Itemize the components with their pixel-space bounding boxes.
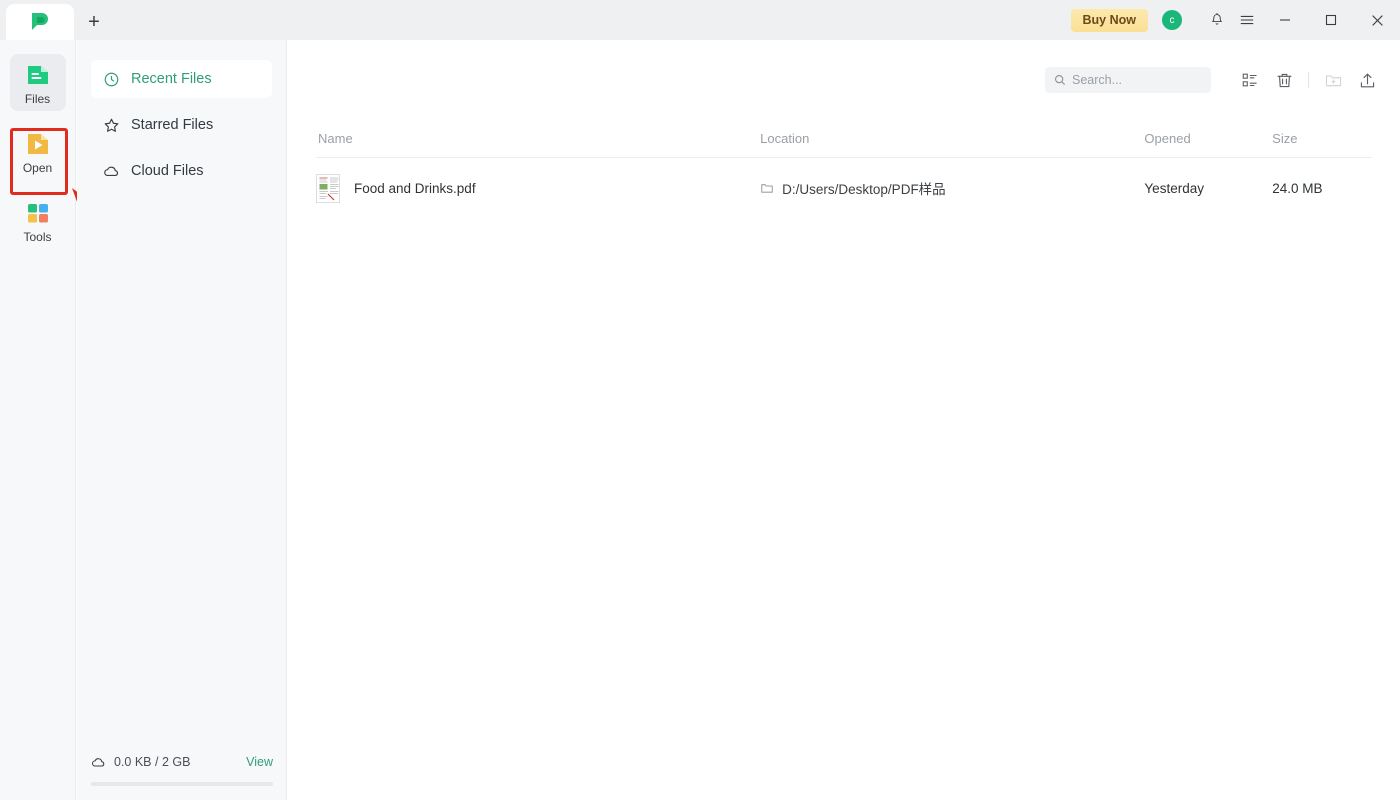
cloud-icon bbox=[104, 166, 119, 176]
file-location-text: D:/Users/Desktop/PDF样品 bbox=[782, 182, 946, 197]
title-bar: + Buy Now c bbox=[0, 0, 1400, 40]
maximize-icon[interactable] bbox=[1308, 0, 1354, 40]
rail-item-label: Tools bbox=[23, 230, 52, 244]
minimize-icon[interactable] bbox=[1262, 0, 1308, 40]
app-tab[interactable] bbox=[6, 4, 74, 40]
bell-icon[interactable] bbox=[1202, 0, 1232, 40]
cell-opened: Yesterday bbox=[1144, 180, 1204, 196]
toolbar-separator bbox=[1308, 72, 1309, 88]
storage-usage-text: 0.0 KB / 2 GB bbox=[114, 755, 191, 769]
buy-now-button[interactable]: Buy Now bbox=[1070, 8, 1148, 32]
file-name-text: Food and Drinks.pdf bbox=[354, 180, 476, 196]
rail-item-label: Open bbox=[22, 161, 53, 175]
cell-name: Food and Drinks.pdf bbox=[316, 173, 760, 203]
main-toolbar bbox=[288, 40, 1400, 120]
sidebar-item-starred-files[interactable]: Starred Files bbox=[91, 106, 272, 144]
rail-item-label: Files bbox=[24, 92, 51, 106]
search-icon bbox=[1054, 74, 1066, 86]
list-view-icon[interactable] bbox=[1233, 63, 1267, 97]
rail-item-tools[interactable]: Tools bbox=[10, 192, 66, 249]
cell-size: 24.0 MB bbox=[1272, 180, 1323, 196]
open-play-document-icon bbox=[27, 134, 48, 154]
cloud-icon bbox=[92, 757, 105, 767]
secondary-sidebar: Recent Files Starred Files Cloud Files 0… bbox=[77, 40, 287, 800]
column-header-name: Name bbox=[318, 131, 353, 146]
left-rail: Files Open Tools bbox=[0, 40, 76, 800]
upload-icon[interactable] bbox=[1350, 63, 1384, 97]
rail-item-files[interactable]: Files bbox=[9, 54, 66, 111]
storage-progress-bar bbox=[91, 782, 273, 786]
table-header-row: Name Location Opened Size bbox=[316, 120, 1372, 158]
sidebar-nav: Recent Files Starred Files Cloud Files bbox=[77, 40, 286, 190]
hamburger-menu-icon[interactable] bbox=[1232, 0, 1262, 40]
column-header-opened: Opened bbox=[1144, 131, 1191, 146]
pdf-page-thumbnail bbox=[316, 173, 340, 203]
files-table: Name Location Opened Size Food and Drink… bbox=[288, 120, 1400, 218]
close-icon[interactable] bbox=[1354, 0, 1400, 40]
app-window: + Buy Now c Files Open Tools Recent File… bbox=[0, 0, 1400, 800]
clock-icon bbox=[104, 72, 119, 86]
new-tab-button[interactable]: + bbox=[74, 4, 114, 40]
folder-icon bbox=[761, 184, 773, 193]
star-icon bbox=[104, 118, 119, 132]
search-box[interactable] bbox=[1045, 67, 1211, 93]
sidebar-item-recent-files[interactable]: Recent Files bbox=[91, 60, 272, 98]
trash-icon[interactable] bbox=[1267, 63, 1301, 97]
tools-grid-icon bbox=[27, 204, 48, 223]
column-header-size: Size bbox=[1272, 131, 1298, 146]
sidebar-item-label: Recent Files bbox=[131, 71, 212, 87]
cell-location: D:/Users/Desktop/PDF样品 bbox=[760, 178, 1144, 198]
titlebar-right-group: Buy Now c bbox=[1070, 0, 1400, 40]
main-panel: Name Location Opened Size bbox=[288, 40, 1400, 800]
table-row[interactable]: Food and Drinks.pdf D:/Users/Desktop/PDF… bbox=[316, 158, 1372, 218]
sidebar-item-cloud-files[interactable]: Cloud Files bbox=[91, 152, 272, 190]
rail-item-open[interactable]: Open bbox=[10, 123, 66, 180]
files-document-icon bbox=[27, 66, 48, 84]
tab-strip: + bbox=[0, 0, 114, 40]
storage-indicator: 0.0 KB / 2 GB View bbox=[77, 748, 287, 800]
app-logo-icon bbox=[32, 13, 48, 30]
sidebar-item-label: Starred Files bbox=[131, 117, 214, 133]
search-input[interactable] bbox=[1072, 73, 1200, 87]
avatar[interactable]: c bbox=[1162, 10, 1182, 30]
storage-view-link[interactable]: View bbox=[246, 755, 273, 769]
sidebar-item-label: Cloud Files bbox=[131, 163, 204, 179]
column-header-location: Location bbox=[760, 131, 810, 146]
new-folder-icon bbox=[1316, 63, 1350, 97]
